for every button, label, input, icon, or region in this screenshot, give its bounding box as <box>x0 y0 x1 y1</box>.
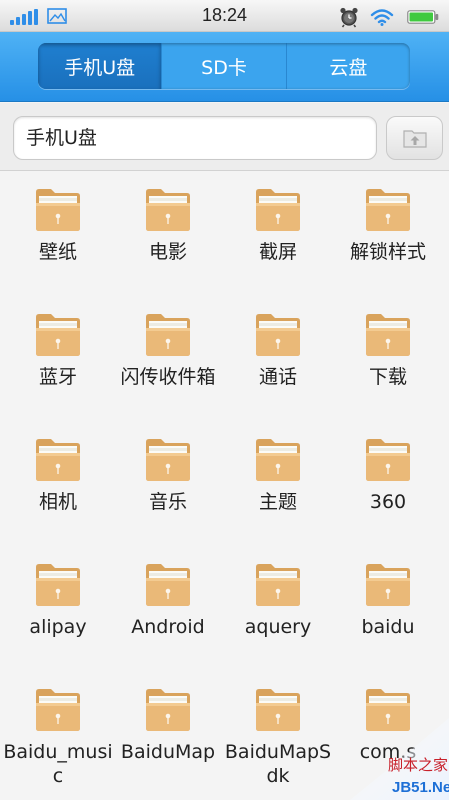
folder-item[interactable]: 截屏 <box>223 172 333 292</box>
folder-item[interactable]: baidu <box>333 547 443 667</box>
folder-item[interactable]: 闪传收件箱 <box>113 297 223 417</box>
folder-item[interactable]: 相机 <box>3 422 113 542</box>
watermark-line2: JB51.Net <box>392 779 449 796</box>
folder-name: BaiduMapSdk <box>224 741 332 787</box>
folder-name: 蓝牙 <box>38 366 77 388</box>
folder-item[interactable]: 蓝牙 <box>3 297 113 417</box>
folder-item[interactable]: 电影 <box>113 172 223 292</box>
folder-name: aquery <box>244 616 312 638</box>
folder-name: 壁纸 <box>38 241 77 263</box>
folder-icon <box>144 686 192 734</box>
current-path-field[interactable]: 手机U盘 <box>13 116 377 160</box>
folder-icon <box>364 561 412 609</box>
folder-name: 通话 <box>258 366 297 388</box>
folder-icon <box>254 561 302 609</box>
folder-up-icon <box>403 130 427 148</box>
path-bar: 手机U盘 <box>0 103 449 171</box>
folder-item[interactable]: BaiduMap <box>113 672 223 792</box>
folder-item[interactable]: 壁纸 <box>3 172 113 292</box>
tab-cloud-drive[interactable]: 云盘 <box>285 43 410 89</box>
folder-name: alipay <box>29 616 87 638</box>
folder-item[interactable]: 360 <box>333 422 443 542</box>
folder-item[interactable]: Baidu_music <box>3 672 113 792</box>
folder-icon <box>34 686 82 734</box>
folder-name: 解锁样式 <box>349 241 426 263</box>
folder-item[interactable]: Android <box>113 547 223 667</box>
folder-item[interactable]: 音乐 <box>113 422 223 542</box>
folder-name: 下载 <box>368 366 407 388</box>
watermark-line1: 脚本之家 <box>388 756 448 774</box>
folder-name: Android <box>131 616 205 638</box>
folder-icon <box>364 311 412 359</box>
folder-icon <box>144 436 192 484</box>
file-grid: 壁纸 电影 截屏 解锁样式蓝牙 闪传收件箱 通话 下载相机 音乐 主题 360 alipay Andr… <box>0 172 449 800</box>
folder-icon <box>254 311 302 359</box>
tab-sd-card[interactable]: SD卡 <box>161 43 285 89</box>
folder-name: 截屏 <box>258 241 297 263</box>
folder-name: 360 <box>369 491 407 513</box>
folder-name: 电影 <box>148 241 187 263</box>
folder-icon <box>34 436 82 484</box>
folder-name: Baidu_music <box>3 741 113 787</box>
folder-name: 主题 <box>258 491 297 513</box>
folder-icon <box>254 436 302 484</box>
folder-icon <box>34 561 82 609</box>
folder-item[interactable]: 解锁样式 <box>333 172 443 292</box>
folder-icon <box>34 186 82 234</box>
folder-item[interactable]: 下载 <box>333 297 443 417</box>
folder-icon <box>364 436 412 484</box>
storage-tabs: 手机U盘 SD卡 云盘 <box>38 43 410 89</box>
folder-icon <box>254 686 302 734</box>
folder-name: BaiduMap <box>120 741 216 763</box>
alarm-icon <box>340 7 358 28</box>
parent-folder-button[interactable] <box>386 116 443 160</box>
folder-name: 相机 <box>38 491 77 513</box>
folder-icon <box>144 311 192 359</box>
battery-icon <box>407 10 439 24</box>
tab-phone-storage[interactable]: 手机U盘 <box>38 43 162 89</box>
folder-icon <box>144 561 192 609</box>
status-bar: 18:24 <box>0 0 449 32</box>
folder-name: 闪传收件箱 <box>120 366 216 388</box>
folder-name: baidu <box>361 616 415 638</box>
folder-item[interactable]: 通话 <box>223 297 333 417</box>
folder-item[interactable]: alipay <box>3 547 113 667</box>
folder-icon <box>364 186 412 234</box>
folder-icon <box>34 311 82 359</box>
folder-icon <box>144 186 192 234</box>
site-watermark: 脚本之家 JB51.Net <box>350 718 449 800</box>
wifi-icon <box>370 9 394 26</box>
folder-item[interactable]: aquery <box>223 547 333 667</box>
folder-icon <box>254 186 302 234</box>
folder-name: 音乐 <box>148 491 187 513</box>
header-bar: 手机U盘 SD卡 云盘 <box>0 32 449 102</box>
folder-item[interactable]: 主题 <box>223 422 333 542</box>
folder-item[interactable]: BaiduMapSdk <box>223 672 333 792</box>
